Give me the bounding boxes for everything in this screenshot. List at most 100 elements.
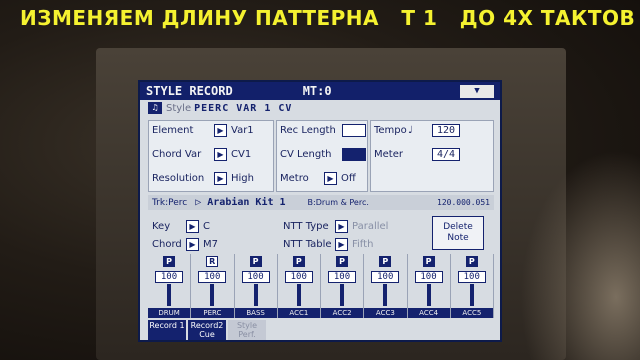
chord-var-label: Chord Var <box>152 149 202 160</box>
lcd-screen: STYLE RECORD MT:0 ▼ ♫ Style PEERC VAR 1 … <box>138 80 502 342</box>
bottom-tabs: Record 1 Record2 Cue Style Perf. <box>148 320 266 340</box>
key-label: Key <box>152 221 171 232</box>
chord-var-value: CV1 <box>231 149 252 160</box>
channel-volume[interactable]: 100 <box>371 271 400 283</box>
chord-var-selector[interactable]: ▶ <box>214 148 227 161</box>
resolution-value: High <box>231 173 254 184</box>
bank-name: B:Drum & Perc. <box>307 198 369 207</box>
volume-slider[interactable] <box>210 284 215 306</box>
triangle-right-icon: ▶ <box>217 126 224 135</box>
channel-volume[interactable]: 100 <box>241 271 270 283</box>
style-label: Style <box>166 102 192 114</box>
channel-volume[interactable]: 100 <box>414 271 443 283</box>
volume-slider[interactable] <box>383 284 388 306</box>
video-caption: ИЗМЕНЯЕМ ДЛИНУ ПАТТЕРНА Т 1 ДО 4Х ТАКТОВ <box>20 6 636 30</box>
chord-var-row: Chord Var ▶ CV1 <box>152 148 251 161</box>
triangle-right-icon: ▶ <box>327 174 334 183</box>
triangle-down-icon: ▼ <box>474 85 480 96</box>
channel-strip[interactable]: P 100 ACC5 <box>450 254 494 318</box>
channel-volume[interactable]: 100 <box>328 271 356 283</box>
tempo-row: Tempo ♩ 120 <box>374 124 461 137</box>
program-number: 120.000.051 <box>437 198 490 207</box>
cv-length-label: CV Length <box>280 149 332 160</box>
channel-label: ACC5 <box>450 308 493 318</box>
element-selector[interactable]: ▶ <box>214 124 227 137</box>
ntt-type-label: NTT Type <box>283 221 329 232</box>
rec-length-row: Rec Length <box>280 124 366 137</box>
tempo-label: Tempo <box>374 125 407 136</box>
ntt-type-value: Parallel <box>352 221 389 232</box>
chord-row: Chord ▶ M7 NTT Table ▶ Fifth <box>152 238 373 251</box>
cv-length-field[interactable] <box>342 148 366 161</box>
kit-name-text: Arabian Kit 1 <box>207 197 286 208</box>
metro-selector[interactable]: ▶ <box>324 172 337 185</box>
key-selector[interactable]: ▶ <box>186 220 199 233</box>
resolution-selector[interactable]: ▶ <box>214 172 227 185</box>
play-status-badge[interactable]: P <box>292 256 305 267</box>
tab-record-2-cue[interactable]: Record2 Cue <box>188 320 226 340</box>
play-status-badge[interactable]: P <box>249 256 262 267</box>
key-value: C <box>203 221 210 232</box>
rec-length-label: Rec Length <box>280 125 336 136</box>
triangle-right-icon: ▶ <box>338 240 345 249</box>
triangle-right-icon: ▶ <box>189 222 196 231</box>
style-icon: ♫ <box>148 102 162 114</box>
chord-label: Chord <box>152 239 182 250</box>
volume-slider[interactable] <box>167 284 171 306</box>
channel-strip[interactable]: P 100 ACC1 <box>277 254 321 318</box>
element-label: Element <box>152 125 194 136</box>
ntt-table-value: Fifth <box>352 239 374 250</box>
meter-field[interactable]: 4/4 <box>432 148 461 161</box>
delete-note-button[interactable]: Delete Note <box>432 216 484 250</box>
play-status-badge[interactable]: P <box>465 256 478 267</box>
play-status-badge[interactable]: P <box>379 256 392 267</box>
track-name: Trk:Perc <box>152 197 188 208</box>
channel-strip[interactable]: P 100 DRUM <box>148 254 192 318</box>
meter-row: Meter 4/4 <box>374 148 461 161</box>
channel-strip[interactable]: P 100 ACC3 <box>364 254 408 318</box>
quarter-note-icon: ♩ <box>408 125 413 136</box>
metro-label: Metro <box>280 173 309 184</box>
volume-slider[interactable] <box>296 284 301 306</box>
tab-record-1[interactable]: Record 1 <box>148 320 186 340</box>
channel-volume[interactable]: 100 <box>198 271 227 283</box>
volume-slider[interactable] <box>426 284 431 306</box>
channel-strip[interactable]: R 100 PERC <box>191 254 235 318</box>
ntt-table-label: NTT Table <box>283 239 332 250</box>
cv-length-row: CV Length <box>280 148 366 161</box>
rec-length-field[interactable] <box>342 124 366 137</box>
triangle-right-icon: ▶ <box>217 150 224 159</box>
tab-style-perf[interactable]: Style Perf. <box>228 320 266 340</box>
channel-strip[interactable]: P 100 ACC4 <box>407 254 451 318</box>
play-status-badge[interactable]: R <box>206 256 219 267</box>
ntt-table-selector[interactable]: ▶ <box>335 238 348 251</box>
key-row: Key ▶ C NTT Type ▶ Parallel <box>152 220 388 233</box>
page-menu-button[interactable]: ▼ <box>460 84 494 98</box>
triangle-right-icon: ▶ <box>217 174 224 183</box>
mt-indicator: MT:0 <box>302 84 332 98</box>
channel-label: ACC2 <box>321 308 364 318</box>
channel-strip[interactable]: P 100 ACC2 <box>321 254 365 318</box>
play-status-badge[interactable]: P <box>163 256 175 267</box>
ntt-type-selector[interactable]: ▶ <box>335 220 348 233</box>
chord-selector[interactable]: ▶ <box>186 238 199 251</box>
triangle-right-icon: ▶ <box>189 240 196 249</box>
play-status-badge[interactable]: P <box>422 256 435 267</box>
track-bar[interactable]: Trk:Perc ▷ Arabian Kit 1 B:Drum & Perc. … <box>148 195 494 210</box>
tempo-field[interactable]: 120 <box>432 124 461 137</box>
channel-volume[interactable]: 100 <box>284 271 313 283</box>
chord-value: M7 <box>203 239 218 250</box>
volume-slider[interactable] <box>253 284 258 306</box>
play-status-badge[interactable]: P <box>336 256 348 267</box>
channel-volume[interactable]: 100 <box>155 271 183 283</box>
channel-label: PERC <box>191 308 234 318</box>
kit-name: ▷ Arabian Kit 1 <box>195 197 286 208</box>
channel-label: ACC1 <box>277 308 320 318</box>
volume-slider[interactable] <box>469 284 474 306</box>
channel-volume[interactable]: 100 <box>457 271 486 283</box>
channel-strip[interactable]: P 100 BASS <box>234 254 278 318</box>
page-title: STYLE RECORD <box>146 84 233 98</box>
element-row: Element ▶ Var1 <box>152 124 254 137</box>
metro-row: Metro ▶ Off <box>280 172 356 185</box>
volume-slider[interactable] <box>340 284 344 306</box>
